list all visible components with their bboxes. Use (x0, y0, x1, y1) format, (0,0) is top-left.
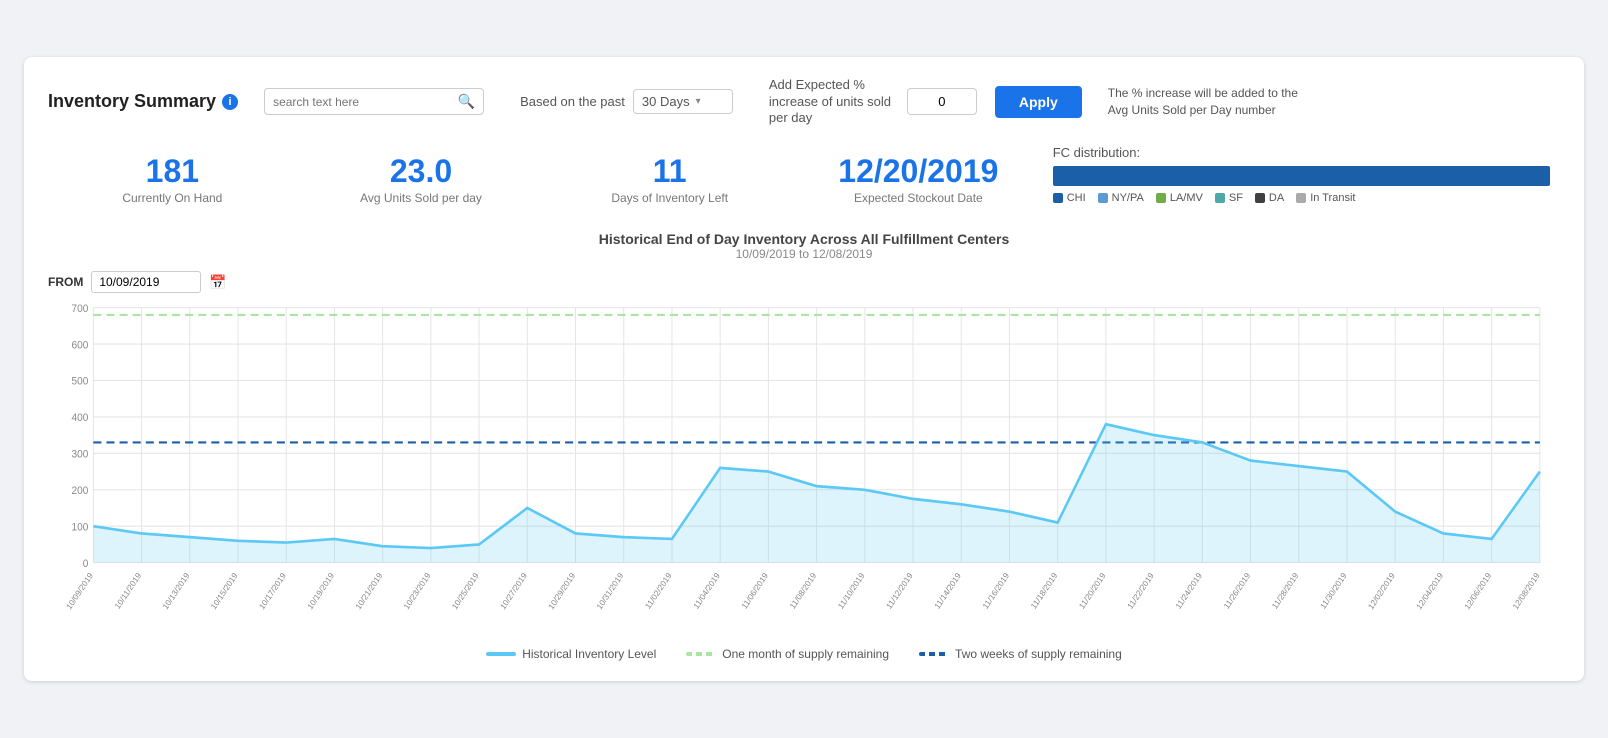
svg-text:500: 500 (72, 377, 89, 388)
from-label: FROM (48, 275, 83, 289)
svg-text:11/10/2019: 11/10/2019 (836, 571, 866, 611)
svg-text:11/08/2019: 11/08/2019 (788, 571, 818, 611)
chart-section: Historical End of Day Inventory Across A… (48, 231, 1560, 661)
fc-legend-item: SF (1215, 192, 1243, 204)
metric-avg-units: 23.0 Avg Units Sold per day (297, 145, 546, 215)
svg-text:10/11/2019: 10/11/2019 (113, 571, 143, 611)
chart-legend-item: One month of supply remaining (686, 647, 889, 661)
svg-text:10/21/2019: 10/21/2019 (354, 571, 384, 611)
chart-legend-item: Historical Inventory Level (486, 647, 656, 661)
fc-legend-item: DA (1255, 192, 1284, 204)
metric-on-hand: 181 Currently On Hand (48, 145, 297, 215)
search-box: 🔍 (264, 88, 484, 115)
fc-legend-item: NY/PA (1098, 192, 1144, 204)
fc-legend-item: LA/MV (1156, 192, 1203, 204)
hint-text: The % increase will be added to the Avg … (1108, 85, 1308, 119)
svg-text:12/08/2019: 12/08/2019 (1511, 571, 1541, 611)
svg-text:10/15/2019: 10/15/2019 (209, 571, 239, 611)
svg-text:11/16/2019: 11/16/2019 (981, 571, 1011, 611)
svg-text:300: 300 (72, 450, 89, 461)
svg-text:0: 0 (83, 559, 89, 570)
fc-label: FC distribution: (1053, 145, 1550, 160)
metric-stockout-value: 12/20/2019 (794, 155, 1043, 187)
metric-days-left-label: Days of Inventory Left (545, 191, 794, 205)
metric-avg-units-label: Avg Units Sold per day (297, 191, 546, 205)
based-on-section: Based on the past 30 Days ▾ (520, 89, 733, 114)
svg-text:10/09/2019: 10/09/2019 (65, 571, 95, 611)
svg-text:12/02/2019: 12/02/2019 (1367, 571, 1397, 611)
metric-on-hand-label: Currently On Hand (48, 191, 297, 205)
fc-legend-item: CHI (1053, 192, 1086, 204)
fc-legend: CHI NY/PA LA/MV SF DA In Transit (1053, 192, 1550, 204)
svg-text:11/06/2019: 11/06/2019 (740, 571, 770, 611)
svg-text:11/04/2019: 11/04/2019 (692, 571, 722, 611)
pct-input[interactable] (907, 88, 977, 115)
add-expected-label: Add Expected % increase of units sold pe… (769, 77, 899, 128)
chevron-down-icon: ▾ (696, 96, 701, 107)
svg-text:11/22/2019: 11/22/2019 (1126, 571, 1156, 611)
svg-text:10/19/2019: 10/19/2019 (306, 571, 336, 611)
metric-avg-units-value: 23.0 (297, 155, 546, 187)
svg-text:11/18/2019: 11/18/2019 (1029, 571, 1059, 611)
search-icon: 🔍 (458, 93, 475, 110)
dropdown-value: 30 Days (642, 94, 690, 109)
svg-text:11/30/2019: 11/30/2019 (1319, 571, 1349, 611)
svg-text:11/28/2019: 11/28/2019 (1270, 571, 1300, 611)
chart-title: Historical End of Day Inventory Across A… (48, 231, 1560, 247)
header-row: Inventory Summary i 🔍 Based on the past … (48, 77, 1560, 128)
apply-button[interactable]: Apply (995, 86, 1082, 118)
metric-on-hand-value: 181 (48, 155, 297, 187)
svg-text:10/31/2019: 10/31/2019 (595, 571, 625, 611)
metric-days-left-value: 11 (545, 155, 794, 187)
svg-text:10/25/2019: 10/25/2019 (450, 571, 480, 611)
period-dropdown[interactable]: 30 Days ▾ (633, 89, 733, 114)
svg-text:200: 200 (72, 486, 89, 497)
fc-legend-item: In Transit (1296, 192, 1355, 204)
svg-text:12/06/2019: 12/06/2019 (1463, 571, 1493, 611)
svg-text:10/17/2019: 10/17/2019 (258, 571, 288, 611)
svg-text:10/29/2019: 10/29/2019 (547, 571, 577, 611)
info-icon[interactable]: i (222, 94, 238, 110)
card-title: Inventory Summary i (48, 91, 238, 112)
chart-controls: FROM 📅 (48, 271, 1560, 293)
chart-legend: Historical Inventory Level One month of s… (48, 647, 1560, 661)
svg-text:11/12/2019: 11/12/2019 (885, 571, 915, 611)
search-input[interactable] (273, 95, 452, 109)
svg-text:100: 100 (72, 523, 89, 534)
svg-text:600: 600 (72, 340, 89, 351)
based-on-label: Based on the past (520, 94, 625, 109)
chart-legend-item: Two weeks of supply remaining (919, 647, 1122, 661)
svg-text:10/27/2019: 10/27/2019 (499, 571, 529, 611)
svg-text:11/02/2019: 11/02/2019 (644, 571, 674, 611)
metrics-row: 181 Currently On Hand 23.0 Avg Units Sol… (48, 145, 1560, 215)
calendar-icon[interactable]: 📅 (209, 274, 226, 291)
svg-text:11/26/2019: 11/26/2019 (1222, 571, 1252, 611)
chart-subtitle: 10/09/2019 to 12/08/2019 (48, 247, 1560, 261)
svg-text:400: 400 (72, 413, 89, 424)
svg-text:11/20/2019: 11/20/2019 (1078, 571, 1108, 611)
chart-svg: 0 100 200 300 400 500 600 700 10/09/2019 10/11/20… (48, 297, 1560, 637)
svg-text:11/14/2019: 11/14/2019 (933, 571, 963, 611)
inventory-summary-card: Inventory Summary i 🔍 Based on the past … (24, 57, 1584, 682)
svg-text:12/04/2019: 12/04/2019 (1415, 571, 1445, 611)
fc-bar (1053, 166, 1550, 186)
chart-area: 0 100 200 300 400 500 600 700 10/09/2019 10/11/20… (48, 297, 1560, 637)
svg-text:10/13/2019: 10/13/2019 (161, 571, 191, 611)
metric-stockout: 12/20/2019 Expected Stockout Date (794, 145, 1043, 215)
from-date-input[interactable] (91, 271, 201, 293)
metric-stockout-label: Expected Stockout Date (794, 191, 1043, 205)
add-expected-section: Add Expected % increase of units sold pe… (769, 77, 1082, 128)
svg-text:700: 700 (72, 304, 89, 315)
title-text: Inventory Summary (48, 91, 216, 112)
svg-text:10/23/2019: 10/23/2019 (402, 571, 432, 611)
svg-text:11/24/2019: 11/24/2019 (1174, 571, 1204, 611)
fc-distribution-section: FC distribution: CHI NY/PA LA/MV SF DA In Tra… (1043, 145, 1560, 204)
metric-days-left: 11 Days of Inventory Left (545, 145, 794, 215)
